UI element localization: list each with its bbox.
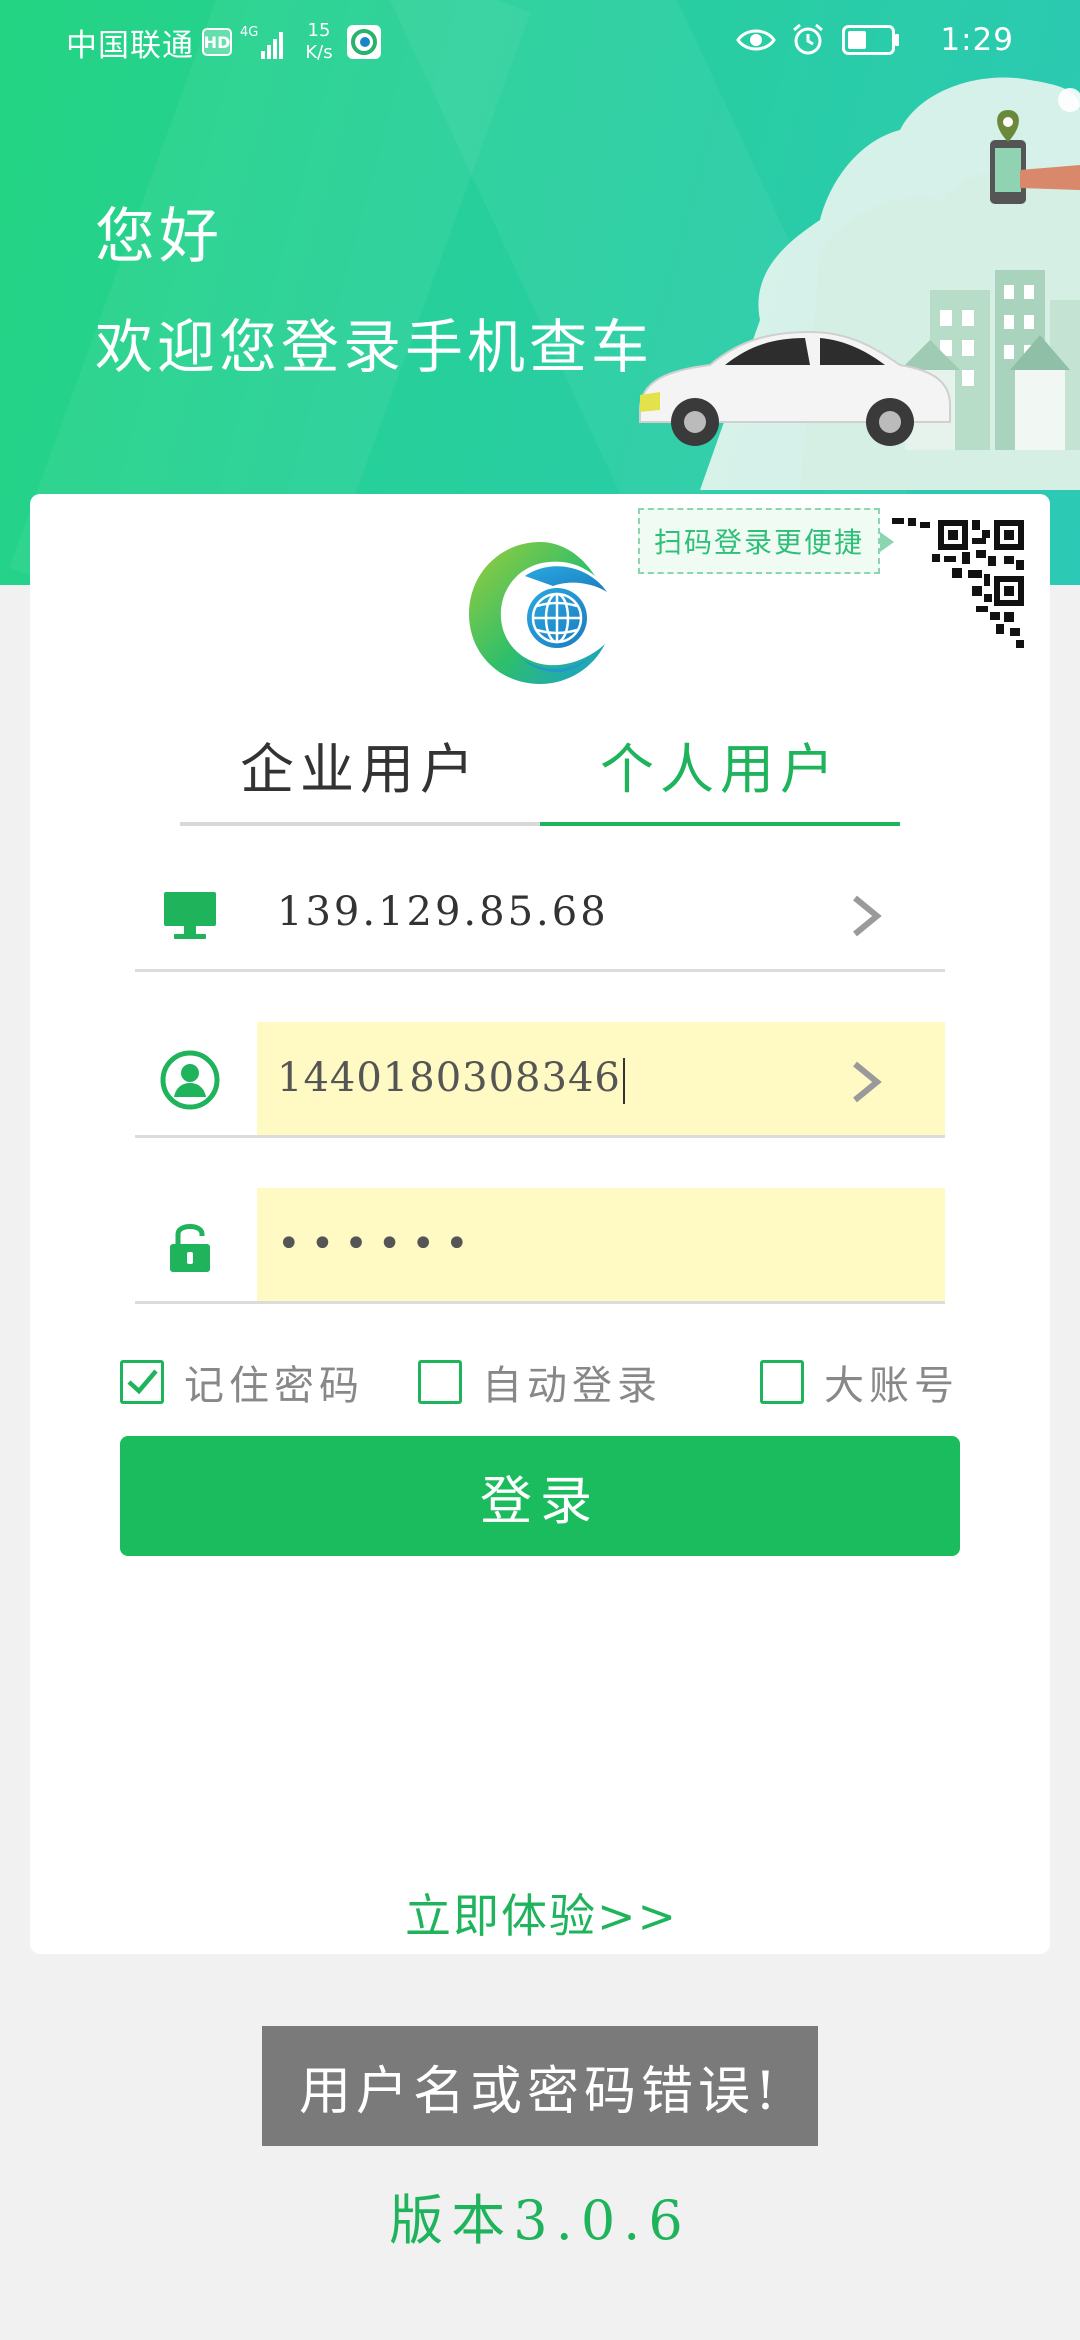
battery-icon — [842, 25, 899, 55]
eye-icon — [736, 29, 776, 51]
remember-password-option[interactable]: 记住密码 — [120, 1354, 364, 1410]
chevron-right-icon[interactable] — [849, 1060, 885, 1104]
alarm-icon — [793, 23, 823, 55]
login-screen: 中国联通 HD 4G 15 K/s 1:29 您好 欢迎您登录手机查车 扫码登录… — [0, 0, 1080, 2340]
big-account-label: 大账号 — [824, 1363, 959, 1409]
net-speed-value: 15 — [307, 20, 331, 41]
auto-login-option[interactable]: 自动登录 — [418, 1354, 662, 1410]
hd-badge: HD — [202, 28, 232, 56]
net-speed: 15 K/s — [305, 20, 332, 64]
auto-login-checkbox[interactable] — [418, 1360, 462, 1404]
welcome-text: 欢迎您登录手机查车 — [95, 313, 654, 381]
qr-login-hint[interactable]: 扫码登录更便捷 — [638, 508, 894, 574]
big-account-option[interactable]: 大账号 — [760, 1354, 959, 1410]
city-car-illustration — [639, 77, 1080, 490]
password-dots: •••••• — [277, 1221, 479, 1267]
server-address-field[interactable]: 139.129.85.68 — [257, 856, 945, 969]
tab-enterprise-user[interactable]: 企业用户 — [180, 730, 540, 826]
login-button[interactable]: 登录 — [120, 1436, 960, 1556]
clock: 1:29 — [940, 22, 1014, 58]
tab-personal-user[interactable]: 个人用户 — [540, 730, 900, 826]
app-logo — [469, 542, 607, 684]
remember-password-checkbox[interactable] — [120, 1360, 164, 1404]
net-speed-unit: K/s — [305, 42, 333, 63]
remember-password-label: 记住密码 — [184, 1363, 364, 1409]
account-row: 1440180308346 — [135, 1022, 945, 1138]
chevron-right-icon[interactable] — [849, 894, 885, 938]
big-account-checkbox[interactable] — [760, 1360, 804, 1404]
user-icon — [160, 1050, 220, 1110]
app-logo-icon — [346, 25, 381, 59]
password-row: •••••• — [135, 1188, 945, 1304]
password-field[interactable]: •••••• — [257, 1188, 945, 1301]
qr-code-icon[interactable] — [892, 516, 1028, 652]
account-field[interactable]: 1440180308346 — [257, 1022, 945, 1135]
carrier-name: 中国联通 — [66, 27, 194, 64]
network-type: 4G — [240, 25, 259, 40]
greeting-text: 您好 — [95, 202, 223, 272]
account-value: 1440180308346 — [277, 1055, 621, 1101]
auto-login-label: 自动登录 — [482, 1363, 662, 1409]
signal-icon: 4G — [240, 25, 287, 59]
server-row: 139.129.85.68 — [135, 856, 945, 972]
lock-icon — [170, 1224, 210, 1272]
monitor-icon — [164, 892, 216, 939]
version-label: 版本3.0.6 — [389, 2189, 691, 2252]
check-icon — [127, 1369, 158, 1395]
error-toast: 用户名或密码错误! — [262, 2026, 818, 2146]
status-bar: 中国联通 HD 4G 15 K/s 1:29 — [0, 0, 1080, 80]
text-cursor — [622, 1058, 625, 1104]
try-now-link[interactable]: 立即体验>> — [405, 1880, 676, 1950]
